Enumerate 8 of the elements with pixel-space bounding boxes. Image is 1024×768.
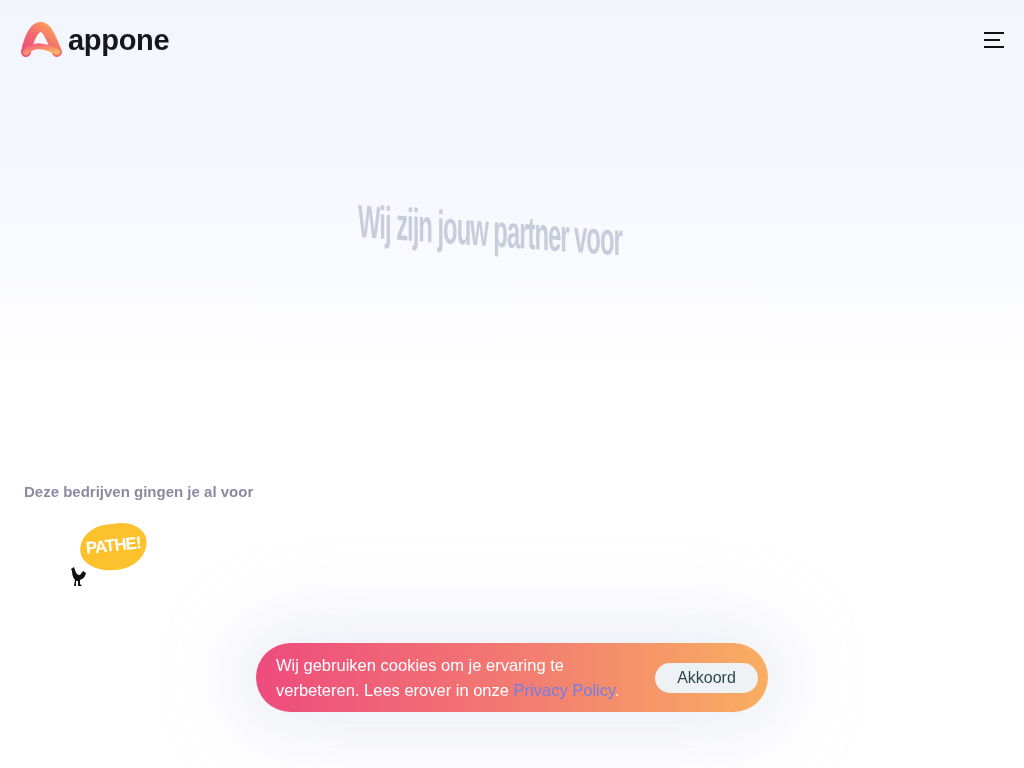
section-heading: Deze bedrijven gingen je al voor xyxy=(24,482,254,502)
menu-button[interactable] xyxy=(984,32,1004,48)
rooster-icon xyxy=(70,567,86,586)
accept-button[interactable]: Akkoord xyxy=(655,662,758,693)
cookie-message: Wij gebruiken cookies om je ervaring te verbeteren. Lees erover in onze Privacy Policy. xyxy=(276,654,621,701)
menu-icon xyxy=(984,32,1004,48)
logo-wordmark: appone xyxy=(68,22,170,57)
logo-mark-icon xyxy=(20,22,64,59)
